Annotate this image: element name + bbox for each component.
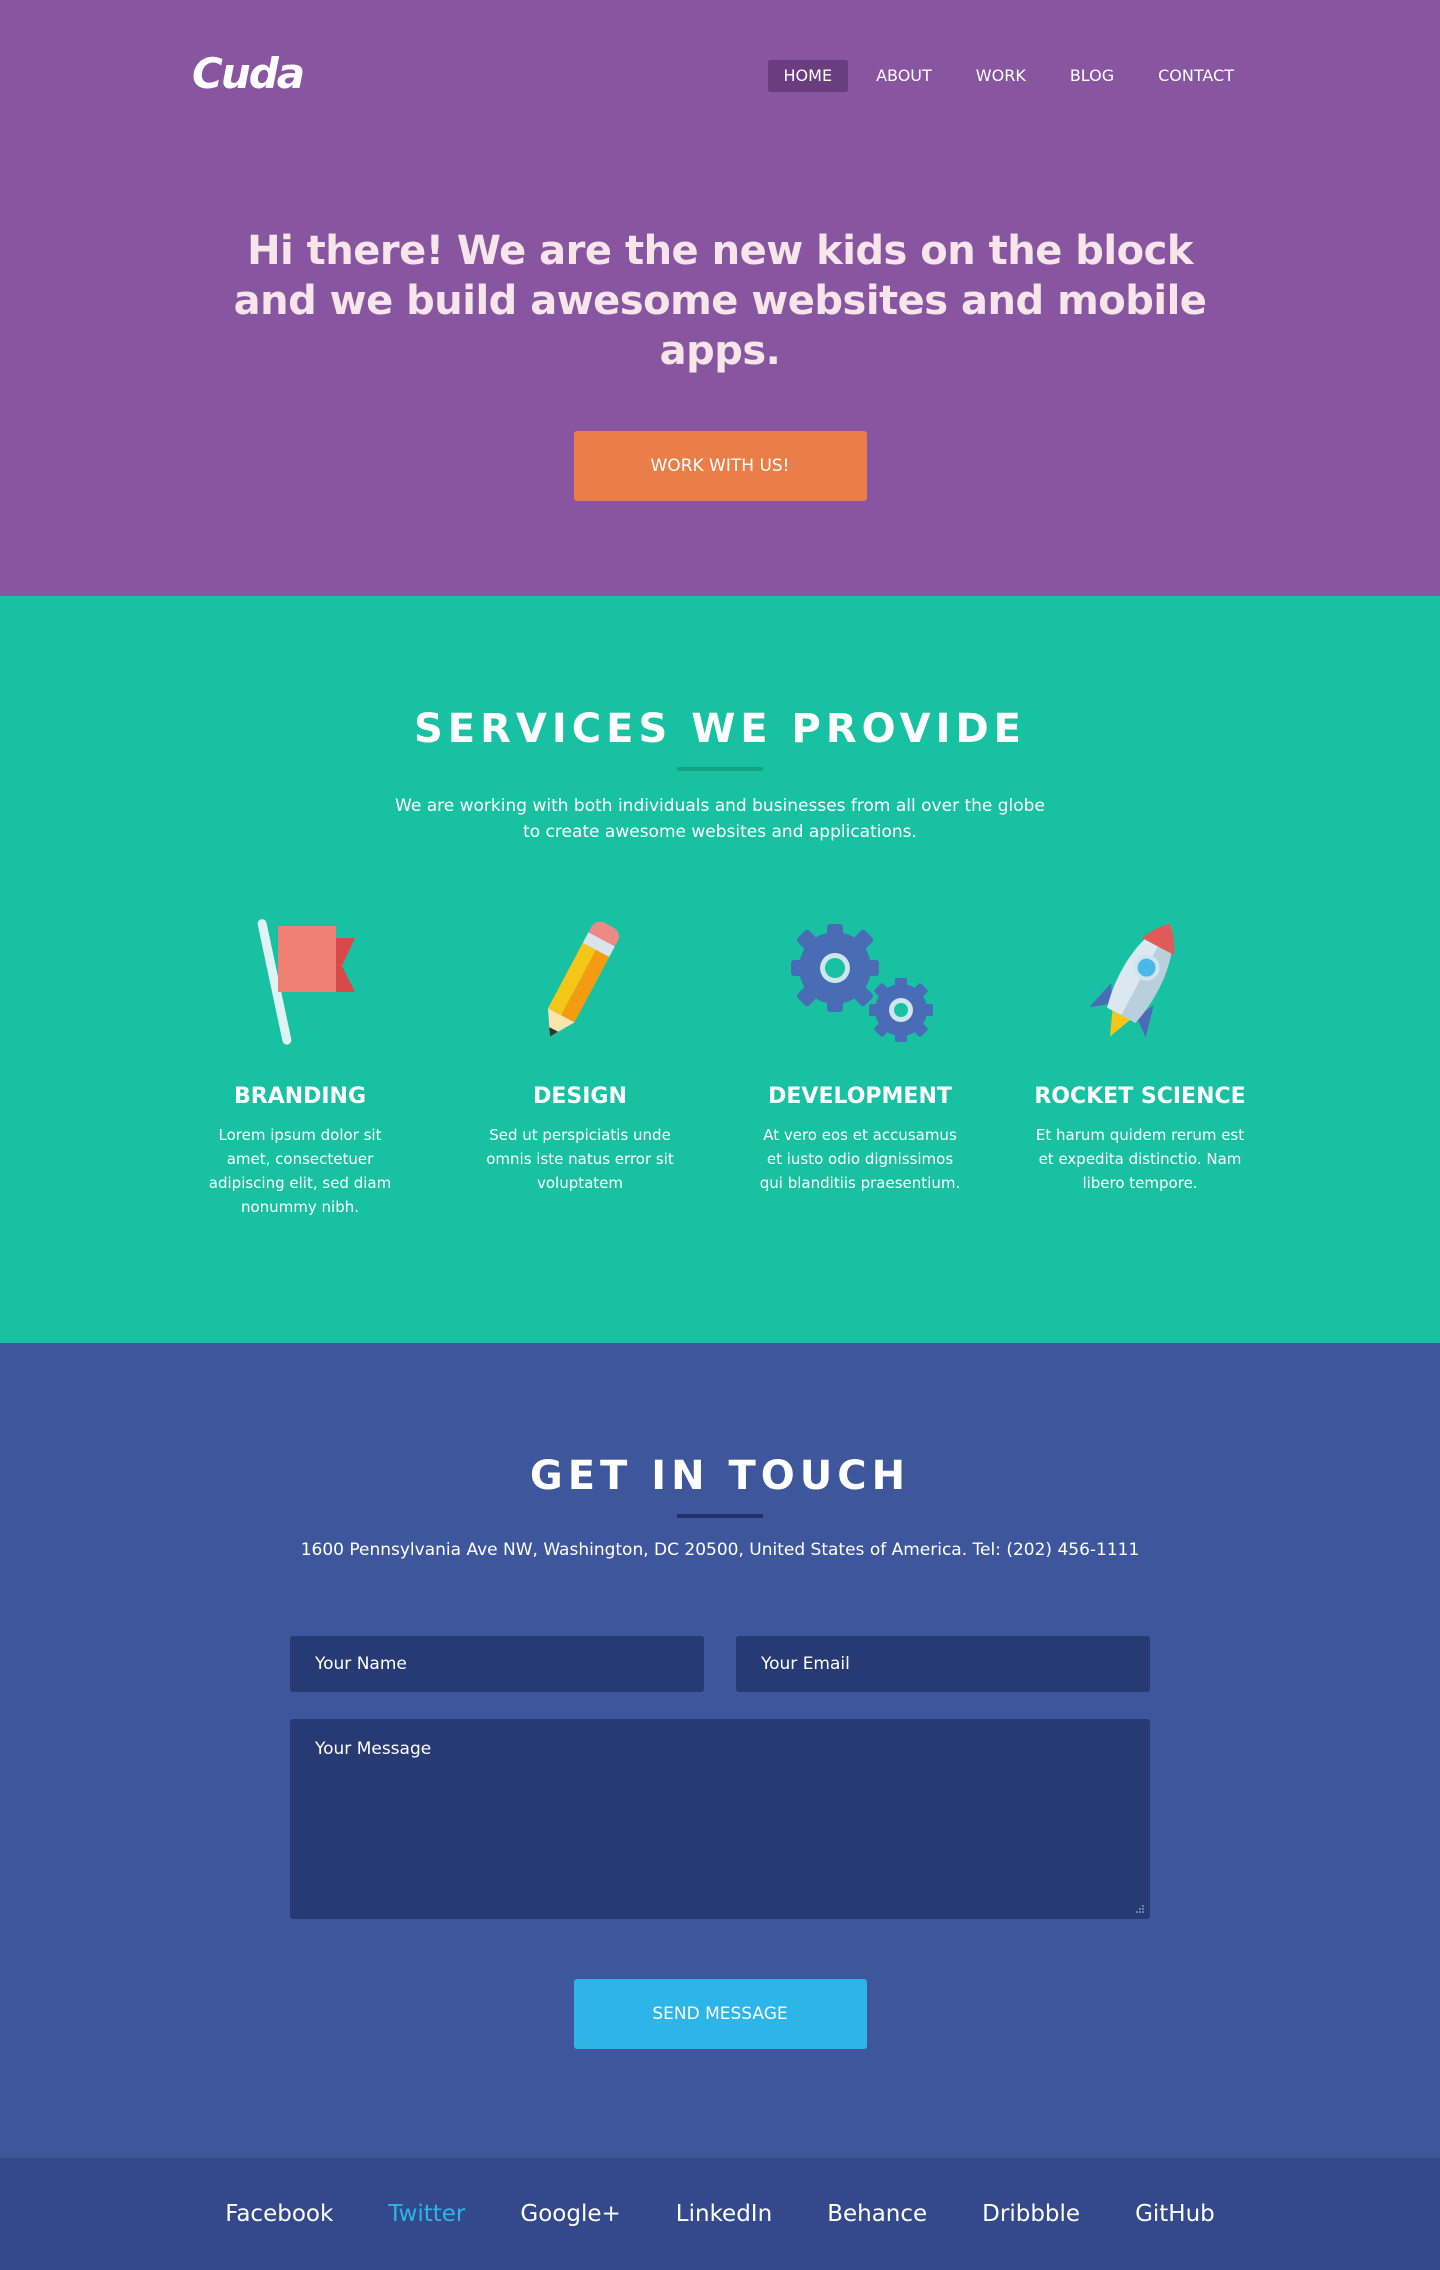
title-divider: [677, 767, 763, 771]
hero-headline: Hi there! We are the new kids on the blo…: [190, 226, 1250, 376]
nav-item-work[interactable]: WORK: [960, 60, 1042, 92]
service-title: DESIGN: [533, 1084, 627, 1109]
services-section: SERVICES WE PROVIDE We are working with …: [0, 596, 1440, 1343]
services-lead-line1: We are working with both individuals and…: [395, 796, 1045, 816]
service-text: Sed ut perspiciatis unde omnis iste natu…: [486, 1126, 674, 1192]
send-message-button[interactable]: SEND MESSAGE: [573, 1979, 867, 2049]
nav-item-home[interactable]: HOME: [767, 60, 849, 92]
nav-item-about[interactable]: ABOUT: [860, 60, 948, 92]
footer-link-facebook[interactable]: Facebook: [225, 2201, 333, 2227]
service-text: Lorem ipsum dolor sit amet, consectetuer…: [208, 1126, 392, 1216]
service-development: DEVELOPMENT At vero eos et accusamus et …: [720, 910, 1000, 1219]
service-rocket-science: ROCKET SCIENCE Et harum quidem rerum est…: [1000, 910, 1280, 1219]
hero-headline-line1: Hi there! We are the new kids on the blo…: [247, 228, 1193, 274]
title-divider: [677, 1514, 763, 1518]
services-title: SERVICES WE PROVIDE: [414, 706, 1026, 752]
email-field[interactable]: Your Email: [736, 1636, 1150, 1692]
service-design: DESIGN Sed ut perspiciatis unde omnis is…: [440, 910, 720, 1219]
service-branding: BRANDING Lorem ipsum dolor sit amet, con…: [160, 910, 440, 1219]
svg-text:Cuda: Cuda: [192, 49, 303, 98]
work-with-us-button[interactable]: WORK WITH US!: [573, 431, 867, 501]
nav-item-contact[interactable]: CONTACT: [1142, 60, 1250, 92]
nav-item-blog[interactable]: BLOG: [1054, 60, 1130, 92]
service-text: At vero eos et accusamus et iusto odio d…: [759, 1126, 961, 1192]
name-field[interactable]: Your Name: [290, 1636, 704, 1692]
logo[interactable]: Cuda: [190, 48, 310, 98]
message-field[interactable]: Your Message: [290, 1719, 1150, 1919]
flag-icon: [160, 910, 440, 1050]
hero-headline-line2: and we build awesome websites and mobile…: [233, 278, 1207, 374]
footer-link-github[interactable]: GitHub: [1135, 2201, 1215, 2227]
footer-link-googleplus[interactable]: Google+: [520, 2201, 620, 2227]
pencil-icon: [440, 910, 720, 1050]
message-placeholder: Your Message: [315, 1739, 432, 1759]
footer-link-twitter[interactable]: Twitter: [388, 2201, 465, 2227]
footer-link-behance[interactable]: Behance: [827, 2201, 927, 2227]
services-lead: We are working with both individuals and…: [0, 793, 1440, 845]
contact-title: GET IN TOUCH: [529, 1453, 911, 1499]
contact-form: Your Name Your Email Your Message SEND M…: [290, 1636, 1150, 2049]
header: Cuda HOME ABOUT WORK BLOG CONTACT: [190, 0, 1250, 152]
service-title: ROCKET SCIENCE: [1034, 1084, 1246, 1109]
footer-social-links: Facebook Twitter Google+ LinkedIn Behanc…: [0, 2157, 1440, 2270]
contact-address: 1600 Pennsylvania Ave NW, Washington, DC…: [300, 1540, 1140, 1560]
services-grid: BRANDING Lorem ipsum dolor sit amet, con…: [160, 910, 1280, 1219]
gears-icon: [720, 910, 1000, 1050]
service-title: DEVELOPMENT: [768, 1084, 952, 1109]
service-title: BRANDING: [233, 1084, 367, 1109]
contact-section: GET IN TOUCH 1600 Pennsylvania Ave NW, W…: [0, 1343, 1440, 2157]
footer-link-linkedin[interactable]: LinkedIn: [676, 2201, 772, 2227]
service-text: Et harum quidem rerum est et expedita di…: [1035, 1126, 1245, 1192]
main-nav: HOME ABOUT WORK BLOG CONTACT: [767, 60, 1250, 92]
hero-section: Cuda HOME ABOUT WORK BLOG CONTACT Hi the…: [0, 0, 1440, 596]
services-lead-line2: to create awesome websites and applicati…: [523, 822, 917, 842]
rocket-icon: [1000, 910, 1280, 1050]
footer-link-dribbble[interactable]: Dribbble: [982, 2201, 1080, 2227]
resize-handle-icon[interactable]: [1134, 1903, 1144, 1913]
